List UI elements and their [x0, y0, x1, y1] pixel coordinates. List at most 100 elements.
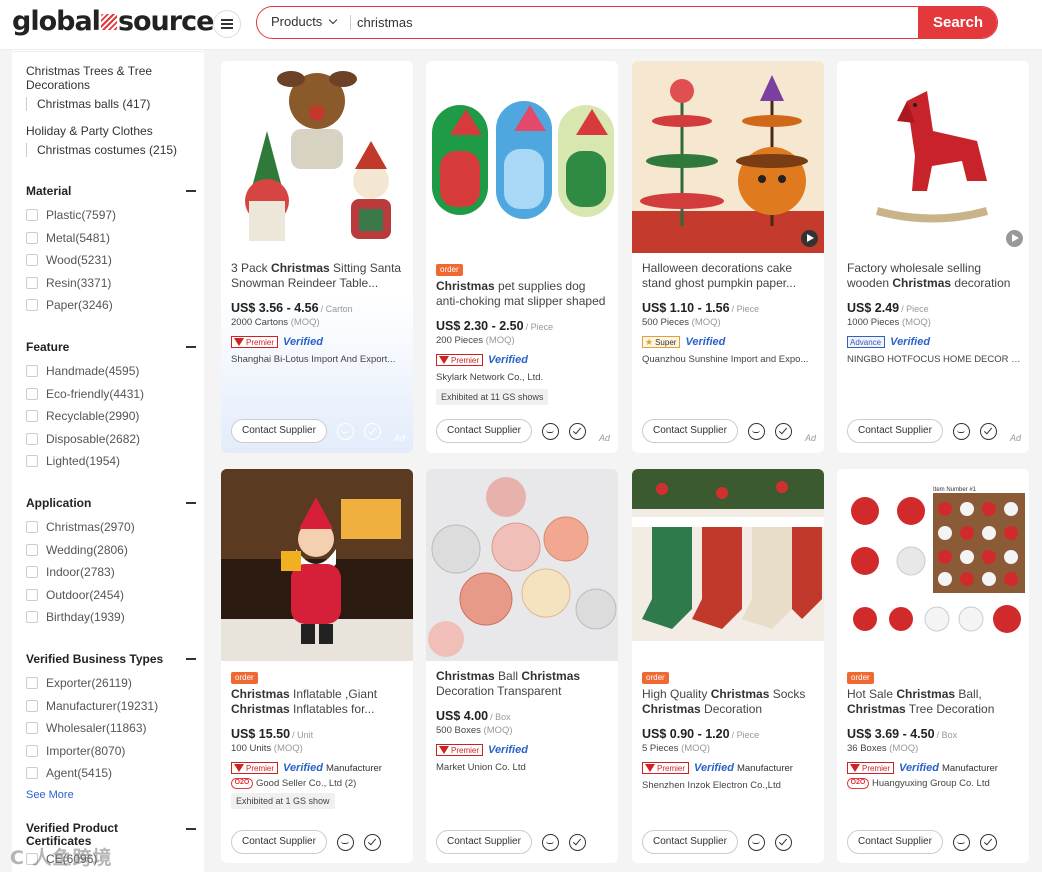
product-title[interactable]: Halloween decorations cake stand ghost p…: [642, 261, 816, 291]
product-image[interactable]: [632, 469, 824, 661]
facet-option[interactable]: Lighted(1954): [26, 450, 198, 473]
supplier-name[interactable]: Quanzhou Sunshine Import and Expo...: [642, 354, 816, 365]
chat-icon[interactable]: [541, 422, 559, 440]
facet-option[interactable]: Wood(5231): [26, 249, 198, 272]
chat-icon[interactable]: [747, 422, 765, 440]
checkbox[interactable]: [26, 410, 38, 423]
product-card[interactable]: 3 Pack Christmas Sitting Santa Snowman R…: [221, 61, 413, 453]
collapse-icon[interactable]: [186, 502, 196, 504]
product-card[interactable]: order High Quality Christmas Socks Chris…: [632, 469, 824, 863]
contact-supplier-button[interactable]: Contact Supplier: [642, 830, 738, 854]
checkbox[interactable]: [26, 588, 38, 601]
chat-icon[interactable]: [336, 422, 354, 440]
supplier-name[interactable]: O2O Good Seller Co., Ltd (2): [231, 778, 405, 789]
product-title[interactable]: Hot Sale Christmas Ball, Christmas Tree …: [847, 687, 1021, 717]
checkbox[interactable]: [26, 276, 38, 289]
facet-option[interactable]: Exporter(26119): [26, 672, 198, 695]
product-title[interactable]: High Quality Christmas Socks Christmas D…: [642, 687, 816, 717]
search-input[interactable]: [357, 11, 807, 33]
product-card[interactable]: order Christmas Inflatable ,Giant Christ…: [221, 469, 413, 863]
facet-option[interactable]: Plastic(7597): [26, 204, 198, 227]
search-button[interactable]: Search: [918, 7, 997, 38]
checkbox[interactable]: [26, 387, 38, 400]
compare-check-icon[interactable]: [568, 422, 586, 440]
product-title[interactable]: Christmas Inflatable ,Giant Christmas In…: [231, 687, 405, 717]
compare-check-icon[interactable]: [363, 422, 381, 440]
product-image[interactable]: Item Number #1: [837, 469, 1029, 661]
checkbox[interactable]: [26, 455, 38, 468]
facet-header[interactable]: Feature: [26, 339, 198, 355]
product-card[interactable]: Halloween decorations cake stand ghost p…: [632, 61, 824, 453]
facet-header[interactable]: Verified Business Types: [26, 651, 198, 667]
chat-icon[interactable]: [336, 833, 354, 851]
checkbox[interactable]: [26, 566, 38, 579]
facet-option[interactable]: Paper(3246): [26, 294, 198, 317]
checkbox[interactable]: [26, 543, 38, 556]
collapse-icon[interactable]: [186, 190, 196, 192]
contact-supplier-button[interactable]: Contact Supplier: [436, 830, 532, 854]
product-card[interactable]: Factory wholesale selling wooden Christm…: [837, 61, 1029, 453]
supplier-name[interactable]: O2O Huangyuxing Group Co. Ltd: [847, 778, 1021, 789]
product-card[interactable]: Christmas Ball Christmas Decoration Tran…: [426, 469, 618, 863]
facet-option[interactable]: Wholesaler(11863): [26, 717, 198, 740]
checkbox[interactable]: [26, 767, 38, 780]
facet-option[interactable]: Outdoor(2454): [26, 584, 198, 607]
facet-option[interactable]: Eco-friendly(4431): [26, 383, 198, 406]
facet-option[interactable]: Disposable(2682): [26, 428, 198, 451]
product-card[interactable]: Item Number #1 order Hot Sale Christmas …: [837, 469, 1029, 863]
collapse-icon[interactable]: [186, 658, 196, 660]
product-image[interactable]: [221, 61, 413, 253]
contact-supplier-button[interactable]: Contact Supplier: [231, 419, 327, 443]
product-title[interactable]: Factory wholesale selling wooden Christm…: [847, 261, 1021, 291]
facet-option[interactable]: Metal(5481): [26, 227, 198, 250]
category-title[interactable]: Christmas Trees & Tree Decorations: [26, 64, 196, 92]
product-title[interactable]: Christmas pet supplies dog anti-choking …: [436, 279, 610, 309]
checkbox[interactable]: [26, 521, 38, 534]
checkbox[interactable]: [26, 699, 38, 712]
supplier-name[interactable]: Shenzhen Inzok Electron Co.,Ltd: [642, 780, 816, 791]
facet-option[interactable]: Importer(8070): [26, 740, 198, 763]
facet-header[interactable]: Application: [26, 495, 198, 511]
search-category-select[interactable]: Products: [271, 7, 338, 37]
compare-check-icon[interactable]: [774, 422, 792, 440]
see-more-link[interactable]: See More: [26, 789, 198, 801]
chat-icon[interactable]: [952, 833, 970, 851]
facet-option[interactable]: Recyclable(2990): [26, 405, 198, 428]
facet-header[interactable]: Material: [26, 183, 198, 199]
compare-check-icon[interactable]: [363, 833, 381, 851]
contact-supplier-button[interactable]: Contact Supplier: [847, 419, 943, 443]
supplier-name[interactable]: Skylark Network Co., Ltd.: [436, 372, 610, 383]
facet-option[interactable]: Indoor(2783): [26, 561, 198, 584]
contact-supplier-button[interactable]: Contact Supplier: [436, 419, 532, 443]
facet-option[interactable]: Resin(3371): [26, 272, 198, 295]
compare-check-icon[interactable]: [979, 422, 997, 440]
video-play-icon[interactable]: [801, 230, 818, 247]
product-image[interactable]: [221, 469, 413, 661]
category-title[interactable]: Holiday & Party Clothes: [26, 124, 196, 138]
compare-check-icon[interactable]: [979, 833, 997, 851]
checkbox[interactable]: [26, 722, 38, 735]
facet-option[interactable]: Birthday(1939): [26, 606, 198, 629]
supplier-name[interactable]: Shanghai Bi-Lotus Import And Export...: [231, 354, 405, 365]
product-image[interactable]: [426, 469, 618, 661]
checkbox[interactable]: [26, 231, 38, 244]
product-image[interactable]: [837, 61, 1029, 253]
subcategory-link[interactable]: Christmas balls (417): [26, 97, 196, 111]
checkbox[interactable]: [26, 432, 38, 445]
product-image[interactable]: [632, 61, 824, 253]
subcategory-link[interactable]: Christmas costumes (215): [26, 143, 196, 157]
product-title[interactable]: 3 Pack Christmas Sitting Santa Snowman R…: [231, 261, 405, 291]
checkbox[interactable]: [26, 254, 38, 267]
collapse-icon[interactable]: [186, 828, 196, 830]
chat-icon[interactable]: [747, 833, 765, 851]
checkbox[interactable]: [26, 365, 38, 378]
checkbox[interactable]: [26, 611, 38, 624]
menu-button[interactable]: [213, 10, 241, 38]
contact-supplier-button[interactable]: Contact Supplier: [642, 419, 738, 443]
checkbox[interactable]: [26, 209, 38, 222]
collapse-icon[interactable]: [186, 346, 196, 348]
contact-supplier-button[interactable]: Contact Supplier: [847, 830, 943, 854]
video-play-icon[interactable]: [1006, 230, 1023, 247]
checkbox[interactable]: [26, 744, 38, 757]
facet-option[interactable]: Handmade(4595): [26, 360, 198, 383]
